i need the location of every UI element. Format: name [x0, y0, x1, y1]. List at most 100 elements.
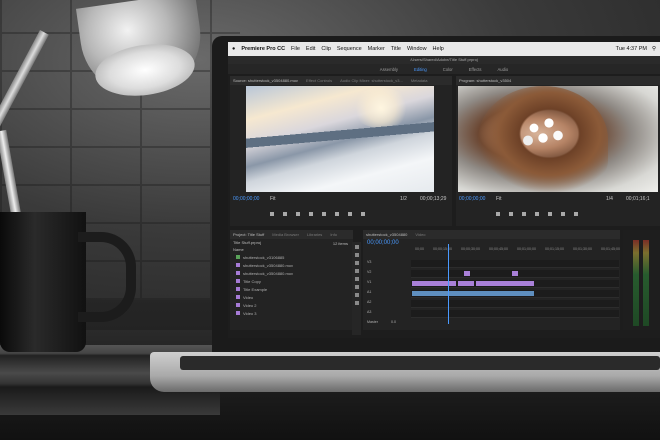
list-item[interactable]: Title Copy	[230, 277, 353, 285]
mug-handle	[78, 232, 136, 322]
label-color-icon	[236, 287, 240, 291]
project-column-name[interactable]: Name	[230, 246, 353, 253]
mark-out-icon[interactable]	[283, 212, 287, 216]
play-icon[interactable]	[535, 212, 539, 216]
mac-menubar: ● Premiere Pro CC File Edit Clip Sequenc…	[228, 42, 660, 56]
search-icon[interactable]: ⚲	[652, 46, 656, 52]
track-header-a1[interactable]: A1	[367, 290, 407, 297]
laptop-keyboard	[180, 356, 660, 370]
source-timecode[interactable]: 00;00;00;00	[233, 196, 259, 202]
tools-panel	[352, 242, 361, 335]
workspace-editing[interactable]: Editing	[414, 67, 427, 72]
tab-info[interactable]: Info	[330, 232, 337, 237]
list-item[interactable]: Video 2	[230, 301, 353, 309]
app-menu[interactable]: Premiere Pro CC	[241, 46, 285, 52]
source-fit-select[interactable]: Fit	[270, 196, 276, 202]
track-header-v2[interactable]: V2	[367, 270, 407, 277]
program-video-frame[interactable]	[458, 86, 658, 192]
menu-sequence[interactable]: Sequence	[337, 46, 362, 52]
list-item[interactable]: Video 3	[230, 309, 353, 317]
list-item[interactable]: shutterstock_v3504880.mov	[230, 269, 353, 277]
workspace-assembly[interactable]: Assembly	[380, 67, 398, 72]
project-item-count: 12 items	[332, 241, 348, 246]
export-frame-icon[interactable]	[361, 212, 365, 216]
menu-marker[interactable]: Marker	[368, 46, 385, 52]
tab-program[interactable]: Program: shutterstock_v3504	[459, 78, 511, 83]
extract-icon[interactable]	[574, 212, 578, 216]
ripple-edit-tool-icon[interactable]	[354, 261, 359, 265]
timeline-timecode[interactable]: 00;00;00;00	[367, 240, 399, 246]
list-item[interactable]: Video	[230, 293, 353, 301]
source-ratio[interactable]: 1/2	[400, 196, 407, 202]
program-monitor: Program: shutterstock_v3504 00;00;00;00 …	[456, 76, 660, 226]
project-panel: Project: Title Stuff Media Browser Libra…	[230, 230, 353, 330]
time-ruler[interactable]: 00;00 00;00;15;00 00;00;30;00 00;00;45;0…	[415, 247, 620, 253]
track-a2[interactable]	[411, 300, 619, 308]
video-clip[interactable]: shutt	[457, 280, 475, 295]
source-duration: 00;00;13;29	[420, 196, 447, 202]
mark-out-icon[interactable]	[509, 212, 513, 216]
list-item[interactable]: Title Example	[230, 285, 353, 293]
workspace-color[interactable]: Color	[443, 67, 453, 72]
source-video-frame[interactable]	[246, 86, 434, 192]
track-a1[interactable]	[411, 290, 619, 298]
menu-clip[interactable]: Clip	[321, 46, 330, 52]
audio-clip[interactable]	[411, 290, 535, 297]
mountain-ridge	[246, 120, 434, 150]
title-clip[interactable]	[511, 270, 519, 277]
playhead[interactable]	[448, 244, 449, 324]
program-timecode[interactable]: 00;00;00;00	[459, 196, 485, 202]
menu-help[interactable]: Help	[433, 46, 444, 52]
hand-tool-icon[interactable]	[354, 293, 359, 297]
menu-edit[interactable]: Edit	[306, 46, 315, 52]
tab-project[interactable]: Project: Title Stuff	[233, 232, 264, 237]
list-item[interactable]: shutterstock_v3106885	[230, 253, 353, 261]
apple-icon[interactable]: ●	[232, 46, 235, 52]
tab-metadata[interactable]: Metadata	[411, 78, 428, 83]
master-volume[interactable]: 0.0	[391, 320, 431, 327]
tab-source[interactable]: Source: shutterstock_v3504880.mov	[233, 78, 298, 83]
overwrite-icon[interactable]	[348, 212, 352, 216]
track-v2[interactable]	[411, 270, 619, 278]
tab-libraries[interactable]: Libraries	[307, 232, 322, 237]
program-fit-select[interactable]: Fit	[496, 196, 502, 202]
video-clip[interactable]: shutterstock_v3504880	[475, 280, 535, 295]
play-icon[interactable]	[309, 212, 313, 216]
type-tool-icon[interactable]	[354, 301, 359, 305]
step-forward-icon[interactable]	[548, 212, 552, 216]
title-clip[interactable]	[463, 270, 471, 277]
tab-sequence[interactable]: shutterstock_v3504880	[366, 232, 407, 237]
slip-tool-icon[interactable]	[354, 277, 359, 281]
pen-tool-icon[interactable]	[354, 285, 359, 289]
track-header-v3[interactable]: V3	[367, 260, 407, 267]
track-header-a2[interactable]: A2	[367, 300, 407, 307]
step-forward-icon[interactable]	[322, 212, 326, 216]
video-clip[interactable]: shutterstock_v3504	[411, 280, 457, 295]
tab-media-browser[interactable]: Media Browser	[272, 232, 299, 237]
program-ratio[interactable]: 1/4	[606, 196, 613, 202]
menu-window[interactable]: Window	[407, 46, 427, 52]
track-a3[interactable]	[411, 310, 619, 318]
insert-icon[interactable]	[335, 212, 339, 216]
razor-tool-icon[interactable]	[354, 269, 359, 273]
selection-tool-icon[interactable]	[354, 245, 359, 249]
list-item[interactable]: shutterstock_v3504880.mov	[230, 261, 353, 269]
track-select-tool-icon[interactable]	[354, 253, 359, 257]
mark-in-icon[interactable]	[496, 212, 500, 216]
label-color-icon	[236, 279, 240, 283]
mark-in-icon[interactable]	[270, 212, 274, 216]
track-header-a3[interactable]: A3	[367, 310, 407, 317]
track-v1[interactable]: shutterstock_v3504 shutt shutterstock_v3…	[411, 280, 619, 295]
lift-icon[interactable]	[561, 212, 565, 216]
menu-title[interactable]: Title	[391, 46, 401, 52]
workspace-effects[interactable]: Effects	[469, 67, 482, 72]
tab-effect-controls[interactable]: Effect Controls	[306, 78, 332, 83]
track-v3[interactable]	[411, 260, 619, 268]
tab-video[interactable]: Video	[415, 232, 425, 237]
menu-file[interactable]: File	[291, 46, 300, 52]
tab-audio-clip-mixer[interactable]: Audio Clip Mixer: shutterstock_v3...	[340, 78, 403, 83]
step-back-icon[interactable]	[522, 212, 526, 216]
workspace-audio[interactable]: Audio	[498, 67, 509, 72]
step-back-icon[interactable]	[296, 212, 300, 216]
track-header-v1[interactable]: V1	[367, 280, 407, 287]
